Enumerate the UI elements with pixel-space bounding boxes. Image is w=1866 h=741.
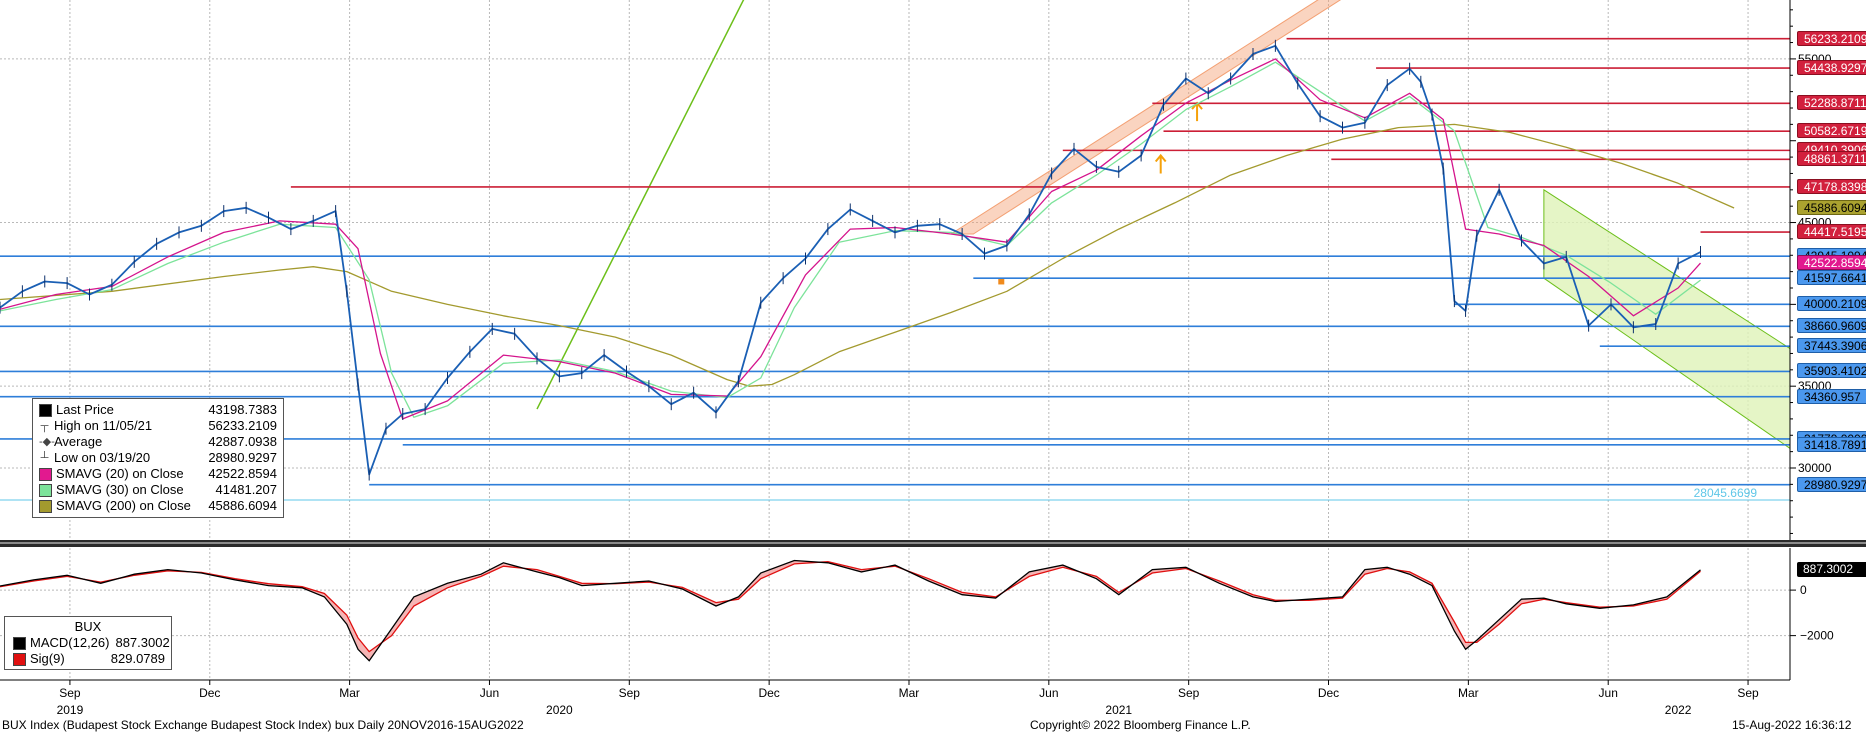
x-axis-month-label: Dec bbox=[199, 686, 220, 700]
legend-row[interactable]: Sig(9) 829.0789 bbox=[5, 651, 171, 667]
macd-axis-label: 0 bbox=[1800, 583, 1807, 597]
price-tag-support: 41597.6641 bbox=[1797, 270, 1866, 286]
x-axis-month-label: Mar bbox=[339, 686, 360, 700]
legend-value: 829.0789 bbox=[110, 651, 165, 666]
price-axis-label: 30000 bbox=[1798, 461, 1832, 475]
price-tag-support: 40000.2109 bbox=[1797, 296, 1866, 312]
chart-background bbox=[0, 0, 1866, 736]
legend-label: MACD(12,26) bbox=[30, 635, 110, 650]
legend-label: Last Price bbox=[56, 402, 114, 417]
price-tag-sma200: 45886.6094 bbox=[1797, 200, 1866, 216]
legend-value: 42522.8594 bbox=[208, 466, 277, 481]
price-legend[interactable]: Last Price 43198.7383 ┬ High on 11/05/21 562… bbox=[32, 398, 284, 518]
x-axis-year-label: 2020 bbox=[546, 703, 573, 717]
legend-swatch bbox=[39, 403, 52, 417]
legend-glyph-icon: -◆- bbox=[39, 436, 55, 448]
price-tag-support: 31418.7891 bbox=[1797, 436, 1866, 452]
x-axis-month-label: Jun bbox=[480, 686, 499, 700]
price-tag-resistance: 52288.8711 bbox=[1797, 95, 1866, 111]
footer-copyright: Copyright© 2022 Bloomberg Finance L.P. bbox=[1030, 718, 1251, 732]
macd-legend[interactable]: BUX MACD(12,26) 887.3002 Sig(9) 829.0789 bbox=[4, 616, 172, 670]
x-axis-month-label: Dec bbox=[1318, 686, 1339, 700]
legend-row[interactable]: ┴ Low on 03/19/20 28980.9297 bbox=[33, 450, 283, 466]
price-tag-support: 37443.3906 bbox=[1797, 338, 1866, 354]
x-axis-month-label: Sep bbox=[1737, 686, 1759, 700]
legend-glyph-icon: ┴ bbox=[40, 452, 49, 464]
legend-label: SMAVG (20) on Close bbox=[56, 466, 184, 481]
x-axis-month-label: Sep bbox=[1178, 686, 1200, 700]
price-tag-support: 34360.957 bbox=[1797, 388, 1866, 404]
legend-label: High on 11/05/21 bbox=[54, 418, 153, 433]
legend-row[interactable]: SMAVG (20) on Close 42522.8594 bbox=[33, 466, 283, 482]
legend-label: Sig(9) bbox=[30, 651, 65, 666]
legend-value: 43198.7383 bbox=[208, 402, 277, 417]
legend-label: Average bbox=[54, 434, 103, 449]
legend-row[interactable]: Last Price 43198.7383 bbox=[33, 402, 283, 418]
price-tag-support: 28980.9297 bbox=[1797, 476, 1866, 492]
legend-value: 56233.2109 bbox=[208, 418, 277, 433]
legend-row[interactable]: SMAVG (30) on Close 41481.207 bbox=[33, 482, 283, 498]
legend-swatch bbox=[39, 467, 52, 481]
legend-value: 28980.9297 bbox=[208, 450, 277, 465]
macd-value-tag: 887.3002 bbox=[1797, 561, 1866, 577]
marker-square-icon bbox=[998, 278, 1005, 285]
price-tag-resistance: 50582.6719 bbox=[1797, 123, 1866, 139]
x-axis-month-label: Mar bbox=[1458, 686, 1479, 700]
panel-separator-highlight bbox=[0, 542, 1866, 544]
legend-value: 45886.6094 bbox=[208, 498, 277, 513]
chart-svg: 550004500035000300000−2000Sep Dec Mar Jun Se… bbox=[0, 0, 1866, 736]
legend-swatch bbox=[39, 483, 52, 497]
price-tag-sma20: 42522.8594 bbox=[1797, 255, 1866, 271]
legend-label: SMAVG (30) on Close bbox=[56, 482, 184, 497]
legend-swatch bbox=[13, 652, 26, 666]
x-axis-month-label: Jun bbox=[1599, 686, 1618, 700]
price-tag-resistance: 56233.2109 bbox=[1797, 30, 1866, 46]
legend-row[interactable]: ┬ High on 11/05/21 56233.2109 bbox=[33, 418, 283, 434]
macd-legend-title: BUX bbox=[74, 619, 102, 634]
x-axis-year-label: 2021 bbox=[1105, 703, 1132, 717]
chart-root: 55000 45000 35000 30000 0 −2000 Sep Dec Mar Jun Se… bbox=[0, 0, 1866, 736]
price-tag-support: 38660.9609 bbox=[1797, 318, 1866, 334]
legend-row[interactable]: -◆- Average 42887.0938 bbox=[33, 434, 283, 450]
x-axis-month-label: Jun bbox=[1039, 686, 1058, 700]
legend-label: Low on 03/19/20 bbox=[54, 450, 151, 465]
x-axis-year-label: 2019 bbox=[57, 703, 84, 717]
x-axis-month-label: Mar bbox=[899, 686, 920, 700]
legend-row[interactable]: SMAVG (200) on Close 45886.6094 bbox=[33, 498, 283, 514]
macd-axis-label: −2000 bbox=[1800, 629, 1834, 643]
legend-value: 887.3002 bbox=[115, 635, 170, 650]
footer-timestamp: 15-Aug-2022 16:36:12 bbox=[1732, 718, 1852, 732]
legend-value: 41481.207 bbox=[215, 482, 277, 497]
x-axis-month-label: Dec bbox=[758, 686, 779, 700]
price-tag-resistance: 44417.5195 bbox=[1797, 224, 1866, 240]
price-tag-resistance: 48861.3711 bbox=[1797, 151, 1866, 167]
x-axis-month-label: Sep bbox=[59, 686, 81, 700]
price-tag-support: 35903.4102 bbox=[1797, 363, 1866, 379]
legend-swatch bbox=[39, 499, 52, 513]
legend-value: 42887.0938 bbox=[208, 434, 277, 449]
legend-row[interactable]: MACD(12,26) 887.3002 bbox=[5, 635, 171, 651]
price-tag-resistance: 47178.8398 bbox=[1797, 178, 1866, 194]
legend-label: SMAVG (200) on Close bbox=[56, 498, 191, 513]
price-tag-resistance: 54438.9297 bbox=[1797, 60, 1866, 76]
legend-glyph-icon: ┬ bbox=[40, 420, 49, 432]
low-value-label: 28045.6699 bbox=[1694, 486, 1758, 500]
footer-security: BUX Index (Budapest Stock Exchange Budap… bbox=[2, 718, 524, 732]
x-axis-year-label: 2022 bbox=[1665, 703, 1692, 717]
legend-swatch bbox=[13, 636, 26, 650]
x-axis-month-label: Sep bbox=[619, 686, 641, 700]
